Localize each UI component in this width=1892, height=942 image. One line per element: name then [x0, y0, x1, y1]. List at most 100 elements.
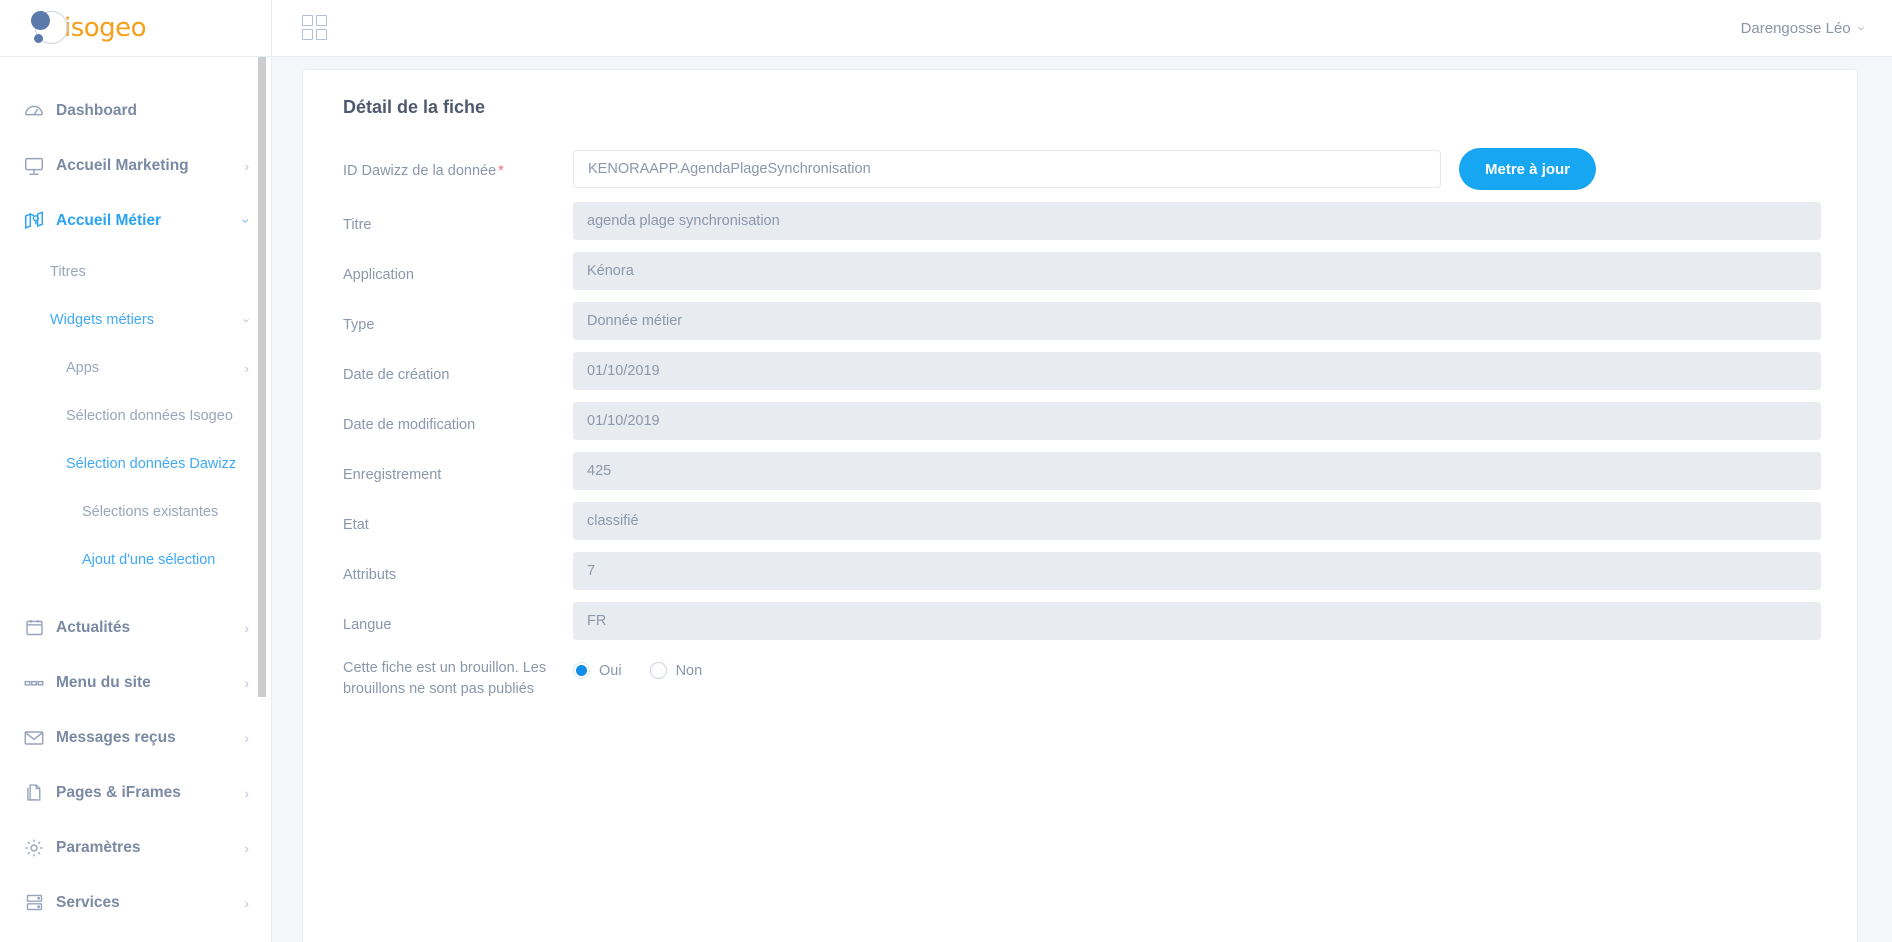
field-control: Donnée métier	[573, 302, 1821, 340]
pages-icon	[12, 782, 56, 803]
sidebar-subitem-label: Sélections existantes	[82, 504, 219, 520]
gear-icon	[12, 837, 56, 859]
sidebar-item-titres[interactable]: Titres	[0, 248, 271, 296]
sidebar-item-selection-donnees-dawizz[interactable]: Sélection données Dawizz	[0, 440, 271, 488]
field-label: Langue	[343, 617, 392, 633]
page-title: Détail de la fiche	[343, 97, 486, 117]
content-area: Détail de la fiche ID Dawizz de la donné…	[272, 57, 1892, 942]
form-row-brouillon: Cette fiche est un brouillon. Les brouil…	[343, 652, 1821, 700]
sidebar-item-label: Services	[56, 893, 120, 911]
field-label-text: ID Dawizz de la donnée	[343, 163, 497, 179]
field-control: Metre à jour	[573, 148, 1821, 190]
sidebar-item-label: Pages & iFrames	[56, 783, 181, 801]
sidebar-scrollbar[interactable]	[258, 57, 266, 942]
field-label: Date de modification	[343, 417, 476, 433]
radio-label: Oui	[599, 662, 622, 679]
form-row-enregistrement: Enregistrement 425	[343, 452, 1821, 490]
sidebar-subitem-label: Sélection données Isogeo	[66, 408, 233, 424]
field-label: Cette fiche est un brouillon. Les brouil…	[343, 660, 547, 698]
brouillon-radio-group: Oui Non	[573, 652, 720, 679]
sidebar-item-label: Accueil Métier	[56, 211, 162, 229]
sidebar-item-pages-iframes[interactable]: Pages & iFrames ›	[0, 765, 271, 820]
form-row-etat: Etat classifié	[343, 502, 1821, 540]
chevron-right-icon: ›	[244, 674, 249, 691]
topbar: Darengosse Léo ›	[272, 0, 1892, 57]
sidebar-item-parametres[interactable]: Paramètres ›	[0, 820, 271, 875]
sidebar: isogeo Dashboard Accueil Marketing › Acc…	[0, 0, 272, 942]
dashboard-icon	[12, 100, 56, 122]
id-dawizz-input[interactable]	[573, 150, 1441, 188]
sidebar-item-accueil-metier[interactable]: Accueil Métier ›	[0, 193, 271, 248]
field-control: classifié	[573, 502, 1821, 540]
field-control: 425	[573, 452, 1821, 490]
sidebar-item-widgets-metiers[interactable]: Widgets métiers ›	[0, 296, 271, 344]
brand-header: isogeo	[0, 0, 271, 57]
sidebar-item-messages-recus[interactable]: Messages reçus ›	[0, 710, 271, 765]
brouillon-option-non[interactable]: Non	[649, 662, 702, 679]
grid-apps-icon[interactable]	[302, 15, 328, 41]
sidebar-item-accueil-marketing[interactable]: Accueil Marketing ›	[0, 138, 271, 193]
sidebar-nav: Dashboard Accueil Marketing › Accueil Mé…	[0, 57, 271, 942]
field-label: Type	[343, 317, 375, 333]
sidebar-item-selections-existantes[interactable]: Sélections existantes	[0, 488, 271, 536]
sidebar-subitem-label: Titres	[50, 264, 86, 280]
form-row-application: Application Kénora	[343, 252, 1821, 290]
brand-name: isogeo	[64, 13, 147, 43]
sidebar-item-apps[interactable]: Apps ›	[0, 344, 271, 392]
sidebar-item-selection-donnees-isogeo[interactable]: Sélection données Isogeo	[0, 392, 271, 440]
field-control: Oui Non	[573, 652, 1821, 679]
brouillon-option-oui[interactable]: Oui	[573, 662, 622, 679]
sidebar-item-ajout-dune-selection[interactable]: Ajout d'une sélection	[0, 536, 271, 584]
sidebar-subitem-label: Widgets métiers	[50, 312, 154, 328]
detail-form: ID Dawizz de la donnée* Metre à jour Tit…	[303, 148, 1857, 700]
sidebar-item-label: Actualités	[56, 618, 131, 636]
date-modification-value: 01/10/2019	[573, 402, 1821, 440]
sidebar-subnav-accueil-metier: Titres Widgets métiers › Apps › Sélectio…	[0, 248, 271, 584]
field-label: Enregistrement	[343, 467, 442, 483]
field-control: 01/10/2019	[573, 352, 1821, 390]
sidebar-item-utilisateurs[interactable]: Utilisateurs ›	[0, 930, 271, 942]
sidebar-item-services[interactable]: Services ›	[0, 875, 271, 930]
detail-card: Détail de la fiche ID Dawizz de la donné…	[302, 69, 1858, 942]
form-row-titre: Titre agenda plage synchronisation	[343, 202, 1821, 240]
form-row-attributs: Attributs 7	[343, 552, 1821, 590]
langue-value: FR	[573, 602, 1821, 640]
radio-unselected-icon[interactable]	[649, 662, 667, 679]
isogeo-logo-mark-icon	[26, 7, 70, 49]
field-label: Attributs	[343, 567, 397, 583]
form-row-langue: Langue FR	[343, 602, 1821, 640]
form-row-date-modification: Date de modification 01/10/2019	[343, 402, 1821, 440]
main-area: Darengosse Léo › Détail de la fiche ID D…	[272, 0, 1892, 942]
field-label: Titre	[343, 217, 372, 233]
chevron-right-icon: ›	[244, 729, 249, 746]
chevron-down-icon: ›	[1854, 25, 1870, 31]
sidebar-subitem-label: Apps	[66, 360, 100, 376]
menu-bars-icon	[12, 672, 56, 694]
sidebar-item-dashboard[interactable]: Dashboard	[0, 83, 271, 138]
user-name: Darengosse Léo	[1740, 19, 1851, 37]
sidebar-scrollbar-thumb[interactable]	[258, 57, 266, 697]
chevron-right-icon: ›	[244, 360, 249, 376]
form-row-type: Type Donnée métier	[343, 302, 1821, 340]
map-pin-icon	[12, 210, 56, 232]
sidebar-item-menu-du-site[interactable]: Menu du site ›	[0, 655, 271, 710]
sidebar-subitem-label: Ajout d'une sélection	[82, 552, 216, 568]
chevron-right-icon: ›	[244, 839, 249, 856]
radio-selected-icon[interactable]	[573, 662, 590, 679]
field-control: Kénora	[573, 252, 1821, 290]
form-row-date-creation: Date de création 01/10/2019	[343, 352, 1821, 390]
chevron-right-icon: ›	[244, 157, 249, 174]
envelope-icon	[12, 727, 56, 749]
sidebar-item-label: Dashboard	[56, 101, 137, 119]
required-marker: *	[498, 163, 504, 179]
field-label: Date de création	[343, 367, 450, 383]
isogeo-logo[interactable]: isogeo	[26, 7, 147, 49]
chevron-down-icon: ›	[238, 218, 255, 223]
user-menu[interactable]: Darengosse Léo ›	[1740, 19, 1870, 37]
chevron-right-icon: ›	[244, 619, 249, 636]
chevron-down-icon: ›	[239, 317, 255, 323]
update-button[interactable]: Metre à jour	[1459, 148, 1597, 190]
field-label: Etat	[343, 517, 369, 533]
sidebar-subitem-label: Sélection données Dawizz	[66, 456, 237, 472]
sidebar-item-actualites[interactable]: Actualités ›	[0, 600, 271, 655]
